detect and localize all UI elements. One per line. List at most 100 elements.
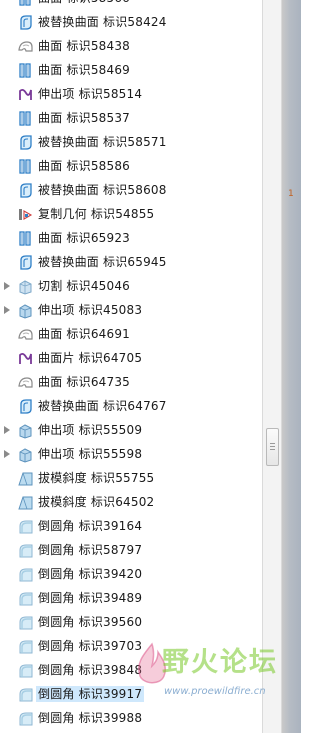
tree-item-label: 倒圆角 标识39164 bbox=[38, 519, 143, 533]
tree-item[interactable]: 倒圆角 标识39164 bbox=[0, 514, 262, 538]
round-icon bbox=[17, 686, 34, 703]
tree-item[interactable]: 曲面 标识58438 bbox=[0, 34, 262, 58]
tree-item-label: 切割 标识45046 bbox=[38, 279, 130, 293]
cut-icon bbox=[17, 278, 34, 295]
tree-item-label: 曲面 标识58537 bbox=[38, 111, 130, 125]
expand-arrow-icon[interactable] bbox=[4, 306, 10, 314]
tree-item[interactable]: 曲面 标识58537 bbox=[0, 106, 262, 130]
tree-item-label: 伸出项 标识55598 bbox=[38, 447, 143, 461]
tree-item-label: 被替换曲面 标识64767 bbox=[38, 399, 167, 413]
surface-icon bbox=[17, 230, 34, 247]
tree-item-label: 倒圆角 标识39988 bbox=[38, 711, 143, 725]
draft-icon bbox=[17, 494, 34, 511]
tree-item[interactable]: 伸出项 标识58514 bbox=[0, 82, 262, 106]
surface-icon bbox=[17, 158, 34, 175]
replaced-surface-icon bbox=[17, 134, 34, 151]
thumb-grip-line bbox=[270, 449, 275, 450]
round-icon bbox=[17, 518, 34, 535]
tree-item[interactable]: 曲面 标识64735 bbox=[0, 370, 262, 394]
surface-outline-icon bbox=[17, 326, 34, 343]
tree-item[interactable]: 伸出项 标识55598 bbox=[0, 442, 262, 466]
tree-item-label: 倒圆角 标识39420 bbox=[38, 567, 143, 581]
tree-item-label: 伸出项 标识55509 bbox=[38, 423, 143, 437]
tree-item[interactable]: 被替换曲面 标识64767 bbox=[0, 394, 262, 418]
curve-surface-icon bbox=[17, 350, 34, 367]
tree-item-label: 倒圆角 标识39489 bbox=[38, 591, 143, 605]
tree-item-label: 被替换曲面 标识58608 bbox=[38, 183, 167, 197]
replaced-surface-icon bbox=[17, 14, 34, 31]
tree-item[interactable]: 倒圆角 标识39988 bbox=[0, 706, 262, 730]
tree-item[interactable]: 曲面 标识58586 bbox=[0, 154, 262, 178]
tree-item[interactable]: 倒圆角 标识39848 bbox=[0, 658, 262, 682]
round-icon bbox=[17, 566, 34, 583]
vertical-scrollbar[interactable] bbox=[262, 0, 282, 733]
tree-item[interactable]: 倒圆角 标识58797 bbox=[0, 538, 262, 562]
tree-item[interactable]: 倒圆角 标识39917 bbox=[0, 682, 262, 706]
tree-item[interactable]: 曲面 标识64691 bbox=[0, 322, 262, 346]
expand-arrow-icon[interactable] bbox=[4, 450, 10, 458]
tree-item-label: 曲面 标识65923 bbox=[38, 231, 130, 245]
tree-item[interactable]: 被替换曲面 标识58608 bbox=[0, 178, 262, 202]
tree-item-label: 拔模斜度 标识64502 bbox=[38, 495, 155, 509]
tree-item-label: 复制几何 标识54855 bbox=[38, 207, 155, 221]
thumb-grip-line bbox=[270, 446, 275, 447]
tree-item[interactable]: 曲面片 标识64705 bbox=[0, 346, 262, 370]
tree-item[interactable]: 被替换曲面 标识58424 bbox=[0, 10, 262, 34]
tree-item[interactable]: 曲面 标识58566 bbox=[0, 0, 262, 10]
tree-item[interactable]: 曲面 标识65923 bbox=[0, 226, 262, 250]
tree-item[interactable]: 倒圆角 标识39489 bbox=[0, 586, 262, 610]
expand-arrow-icon[interactable] bbox=[4, 282, 10, 290]
copy-geometry-icon bbox=[17, 206, 34, 223]
round-icon bbox=[17, 614, 34, 631]
scrollbar-thumb[interactable] bbox=[266, 428, 279, 466]
tree-item[interactable]: 被替换曲面 标识58571 bbox=[0, 130, 262, 154]
expand-arrow-icon[interactable] bbox=[4, 426, 10, 434]
tree-item-label: 曲面 标识58469 bbox=[38, 63, 130, 77]
graphics-window-edge: 1 bbox=[282, 0, 301, 733]
tree-item-label: 倒圆角 标识39703 bbox=[38, 639, 143, 653]
tree-item-label: 曲面 标识64691 bbox=[38, 327, 130, 341]
tree-item-label: 倒圆角 标识39560 bbox=[38, 615, 143, 629]
round-icon bbox=[17, 710, 34, 727]
tree-item[interactable]: 伸出项 标识55509 bbox=[0, 418, 262, 442]
surface-icon bbox=[17, 110, 34, 127]
tree-item[interactable]: 倒圆角 标识39703 bbox=[0, 634, 262, 658]
protrusion-icon bbox=[17, 422, 34, 439]
curve-surface-icon bbox=[17, 86, 34, 103]
tree-item-label: 伸出项 标识45083 bbox=[38, 303, 143, 317]
tree-item-label: 曲面 标识58438 bbox=[38, 39, 130, 53]
tree-item[interactable]: 被替换曲面 标识65945 bbox=[0, 250, 262, 274]
tree-item-label: 曲面片 标识64705 bbox=[38, 351, 143, 365]
tree-item-label: 曲面 标识58586 bbox=[38, 159, 130, 173]
tree-item[interactable]: 拔模斜度 标识55755 bbox=[0, 466, 262, 490]
tree-item[interactable]: 复制几何 标识54855 bbox=[0, 202, 262, 226]
draft-icon bbox=[17, 470, 34, 487]
replaced-surface-icon bbox=[17, 398, 34, 415]
tree-item-label: 被替换曲面 标识58571 bbox=[38, 135, 167, 149]
protrusion-icon bbox=[17, 302, 34, 319]
surface-icon bbox=[17, 0, 34, 7]
replaced-surface-icon bbox=[17, 182, 34, 199]
tree-item[interactable]: 倒圆角 标识39420 bbox=[0, 562, 262, 586]
thumb-grip-line bbox=[270, 443, 275, 444]
tree-item-label: 曲面 标识58566 bbox=[36, 0, 132, 6]
model-tree: 曲面 标识58566 被替换曲面 标识58424 曲面 标识58438 曲面 标识58… bbox=[0, 0, 262, 733]
tree-item-label: 倒圆角 标识58797 bbox=[38, 543, 143, 557]
surface-icon bbox=[17, 62, 34, 79]
round-icon bbox=[17, 638, 34, 655]
tree-item[interactable]: 曲面 标识58469 bbox=[0, 58, 262, 82]
tree-item-label: 拔模斜度 标识55755 bbox=[38, 471, 155, 485]
tree-item-label: 伸出项 标识58514 bbox=[38, 87, 143, 101]
surface-outline-icon bbox=[17, 374, 34, 391]
surface-outline-icon bbox=[17, 38, 34, 55]
round-icon bbox=[17, 662, 34, 679]
protrusion-icon bbox=[17, 446, 34, 463]
tree-item[interactable]: 拔模斜度 标识64502 bbox=[0, 490, 262, 514]
tree-item[interactable]: 伸出项 标识45083 bbox=[0, 298, 262, 322]
tree-item-label: 倒圆角 标识39848 bbox=[38, 663, 143, 677]
tree-item[interactable]: 切割 标识45046 bbox=[0, 274, 262, 298]
tree-item[interactable]: 倒圆角 标识39560 bbox=[0, 610, 262, 634]
tree-item-label: 倒圆角 标识39917 bbox=[36, 686, 145, 702]
round-icon bbox=[17, 542, 34, 559]
graphics-marker-icon: 1 bbox=[288, 189, 294, 199]
